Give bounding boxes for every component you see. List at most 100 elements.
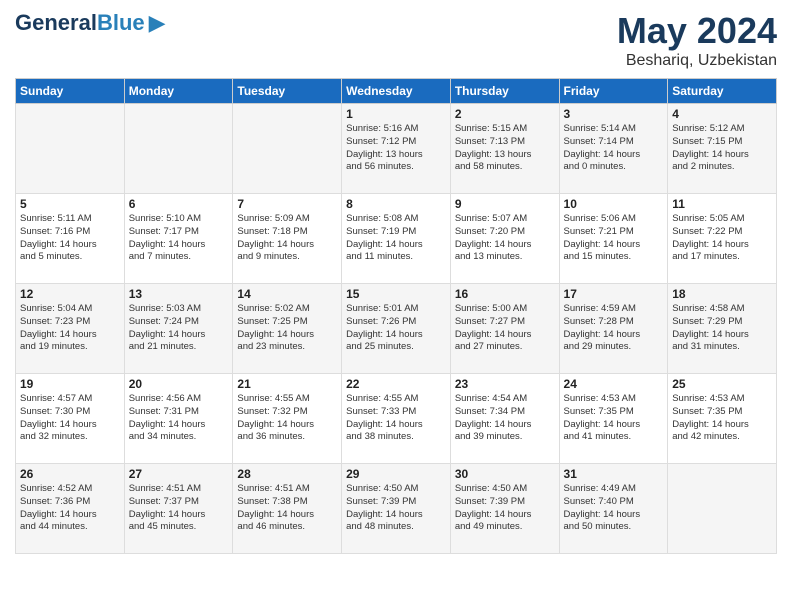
- calendar-cell: 27 Sunrise: 4:51 AMSunset: 7:37 PMDayligh…: [124, 464, 233, 554]
- calendar-cell: 24Sunrise: 4:53 AMSunset: 7:35 PMDayligh…: [559, 374, 668, 464]
- day-number: 7: [237, 197, 337, 211]
- cell-content: Sunrise: 4:55 AMSunset: 7:33 PMDaylight:…: [346, 393, 446, 444]
- cell-content: Sunrise: 5:00 AMSunset: 7:27 PMDaylight:…: [455, 303, 555, 354]
- day-number: 8: [346, 197, 446, 211]
- calendar-cell: 6Sunrise: 5:10 AMSunset: 7:17 PMDaylight…: [124, 194, 233, 284]
- calendar-cell: 1 Sunrise: 5:16 AMSunset: 7:12 PMDaylight…: [342, 104, 451, 194]
- calendar-cell: 17 Sunrise: 4:59 AMSunset: 7:28 PMDayligh…: [559, 284, 668, 374]
- calendar-cell: 5Sunrise: 5:11 AMSunset: 7:16 PMDaylight…: [16, 194, 125, 284]
- day-number: 15: [346, 287, 446, 301]
- day-number: 4: [672, 107, 772, 121]
- calendar-cell: 7 Sunrise: 5:09 AMSunset: 7:18 PMDaylight…: [233, 194, 342, 284]
- day-number: 10: [564, 197, 664, 211]
- col-saturday: Saturday: [668, 79, 777, 104]
- cell-content: Sunrise: 5:02 AMSunset: 7:25 PMDaylight:…: [237, 303, 337, 354]
- cell-content: Sunrise: 4:51 AMSunset: 7:37 PMDaylight:…: [129, 483, 229, 534]
- day-number: 17: [564, 287, 664, 301]
- cell-content: Sunrise: 5:04 AMSunset: 7:23 PMDaylight:…: [20, 303, 120, 354]
- day-number: 31: [564, 467, 664, 481]
- cell-content: Sunrise: 4:49 AMSunset: 7:40 PMDaylight:…: [564, 483, 664, 534]
- day-number: 20: [129, 377, 229, 391]
- calendar-week-row-2: 5Sunrise: 5:11 AMSunset: 7:16 PMDaylight…: [16, 194, 777, 284]
- logo-bird-icon: ▶: [149, 10, 166, 36]
- calendar-cell: 12 Sunrise: 5:04 AMSunset: 7:23 PMDayligh…: [16, 284, 125, 374]
- cell-content: Sunrise: 5:10 AMSunset: 7:17 PMDaylight:…: [129, 213, 229, 264]
- calendar-cell: 4 Sunrise: 5:12 AMSunset: 7:15 PMDaylight…: [668, 104, 777, 194]
- calendar-cell: [124, 104, 233, 194]
- calendar-cell: 2 Sunrise: 5:15 AMSunset: 7:13 PMDaylight…: [450, 104, 559, 194]
- cell-content: Sunrise: 4:54 AMSunset: 7:34 PMDaylight:…: [455, 393, 555, 444]
- cell-content: Sunrise: 4:50 AMSunset: 7:39 PMDaylight:…: [346, 483, 446, 534]
- month-year-title: May 2024: [617, 10, 777, 52]
- day-number: 23: [455, 377, 555, 391]
- calendar-cell: 9Sunrise: 5:07 AMSunset: 7:20 PMDaylight…: [450, 194, 559, 284]
- day-number: 18: [672, 287, 772, 301]
- calendar-week-row-1: 1 Sunrise: 5:16 AMSunset: 7:12 PMDaylight…: [16, 104, 777, 194]
- calendar-cell: 10 Sunrise: 5:06 AMSunset: 7:21 PMDayligh…: [559, 194, 668, 284]
- calendar-cell: 8 Sunrise: 5:08 AMSunset: 7:19 PMDaylight…: [342, 194, 451, 284]
- day-number: 30: [455, 467, 555, 481]
- calendar-cell: 16 Sunrise: 5:00 AMSunset: 7:27 PMDayligh…: [450, 284, 559, 374]
- day-number: 12: [20, 287, 120, 301]
- calendar-cell: [668, 464, 777, 554]
- title-block: May 2024 Beshariq, Uzbekistan: [617, 10, 777, 70]
- day-number: 25: [672, 377, 772, 391]
- cell-content: Sunrise: 5:12 AMSunset: 7:15 PMDaylight:…: [672, 123, 772, 174]
- calendar-cell: 20 Sunrise: 4:56 AMSunset: 7:31 PMDayligh…: [124, 374, 233, 464]
- logo-text: GeneralBlue: [15, 11, 145, 35]
- calendar-cell: 28Sunrise: 4:51 AMSunset: 7:38 PMDayligh…: [233, 464, 342, 554]
- calendar-cell: 19Sunrise: 4:57 AMSunset: 7:30 PMDayligh…: [16, 374, 125, 464]
- day-number: 11: [672, 197, 772, 211]
- cell-content: Sunrise: 4:58 AMSunset: 7:29 PMDaylight:…: [672, 303, 772, 354]
- day-number: 2: [455, 107, 555, 121]
- calendar-cell: 11 Sunrise: 5:05 AMSunset: 7:22 PMDayligh…: [668, 194, 777, 284]
- cell-content: Sunrise: 4:51 AMSunset: 7:38 PMDaylight:…: [237, 483, 337, 534]
- cell-content: Sunrise: 5:15 AMSunset: 7:13 PMDaylight:…: [455, 123, 555, 174]
- col-friday: Friday: [559, 79, 668, 104]
- calendar-cell: 14 Sunrise: 5:02 AMSunset: 7:25 PMDayligh…: [233, 284, 342, 374]
- day-number: 27: [129, 467, 229, 481]
- calendar-cell: [16, 104, 125, 194]
- cell-content: Sunrise: 5:16 AMSunset: 7:12 PMDaylight:…: [346, 123, 446, 174]
- day-number: 3: [564, 107, 664, 121]
- calendar-cell: 31 Sunrise: 4:49 AMSunset: 7:40 PMDayligh…: [559, 464, 668, 554]
- cell-content: Sunrise: 4:59 AMSunset: 7:28 PMDaylight:…: [564, 303, 664, 354]
- day-number: 5: [20, 197, 120, 211]
- col-wednesday: Wednesday: [342, 79, 451, 104]
- calendar-cell: 25 Sunrise: 4:53 AMSunset: 7:35 PMDayligh…: [668, 374, 777, 464]
- cell-content: Sunrise: 5:06 AMSunset: 7:21 PMDaylight:…: [564, 213, 664, 264]
- day-number: 13: [129, 287, 229, 301]
- calendar-cell: 3 Sunrise: 5:14 AMSunset: 7:14 PMDaylight…: [559, 104, 668, 194]
- day-number: 16: [455, 287, 555, 301]
- cell-content: Sunrise: 5:14 AMSunset: 7:14 PMDaylight:…: [564, 123, 664, 174]
- calendar-cell: 18 Sunrise: 4:58 AMSunset: 7:29 PMDayligh…: [668, 284, 777, 374]
- cell-content: Sunrise: 5:05 AMSunset: 7:22 PMDaylight:…: [672, 213, 772, 264]
- cell-content: Sunrise: 4:57 AMSunset: 7:30 PMDaylight:…: [20, 393, 120, 444]
- location-subtitle: Beshariq, Uzbekistan: [617, 52, 777, 70]
- cell-content: Sunrise: 5:09 AMSunset: 7:18 PMDaylight:…: [237, 213, 337, 264]
- cell-content: Sunrise: 4:53 AMSunset: 7:35 PMDaylight:…: [564, 393, 664, 444]
- calendar-week-row-4: 19Sunrise: 4:57 AMSunset: 7:30 PMDayligh…: [16, 374, 777, 464]
- calendar-week-row-5: 26Sunrise: 4:52 AMSunset: 7:36 PMDayligh…: [16, 464, 777, 554]
- calendar-header-row: Sunday Monday Tuesday Wednesday Thursday…: [16, 79, 777, 104]
- cell-content: Sunrise: 5:03 AMSunset: 7:24 PMDaylight:…: [129, 303, 229, 354]
- col-monday: Monday: [124, 79, 233, 104]
- cell-content: Sunrise: 5:07 AMSunset: 7:20 PMDaylight:…: [455, 213, 555, 264]
- cell-content: Sunrise: 4:53 AMSunset: 7:35 PMDaylight:…: [672, 393, 772, 444]
- calendar-cell: 26Sunrise: 4:52 AMSunset: 7:36 PMDayligh…: [16, 464, 125, 554]
- main-container: GeneralBlue ▶ May 2024 Beshariq, Uzbekis…: [0, 0, 792, 569]
- header: GeneralBlue ▶ May 2024 Beshariq, Uzbekis…: [15, 10, 777, 70]
- calendar-cell: 21Sunrise: 4:55 AMSunset: 7:32 PMDayligh…: [233, 374, 342, 464]
- calendar-week-row-3: 12 Sunrise: 5:04 AMSunset: 7:23 PMDayligh…: [16, 284, 777, 374]
- logo: GeneralBlue ▶: [15, 10, 166, 36]
- cell-content: Sunrise: 4:52 AMSunset: 7:36 PMDaylight:…: [20, 483, 120, 534]
- calendar-cell: 22 Sunrise: 4:55 AMSunset: 7:33 PMDayligh…: [342, 374, 451, 464]
- cell-content: Sunrise: 5:08 AMSunset: 7:19 PMDaylight:…: [346, 213, 446, 264]
- cell-content: Sunrise: 4:55 AMSunset: 7:32 PMDaylight:…: [237, 393, 337, 444]
- day-number: 22: [346, 377, 446, 391]
- cell-content: Sunrise: 4:56 AMSunset: 7:31 PMDaylight:…: [129, 393, 229, 444]
- day-number: 1: [346, 107, 446, 121]
- col-tuesday: Tuesday: [233, 79, 342, 104]
- day-number: 14: [237, 287, 337, 301]
- col-sunday: Sunday: [16, 79, 125, 104]
